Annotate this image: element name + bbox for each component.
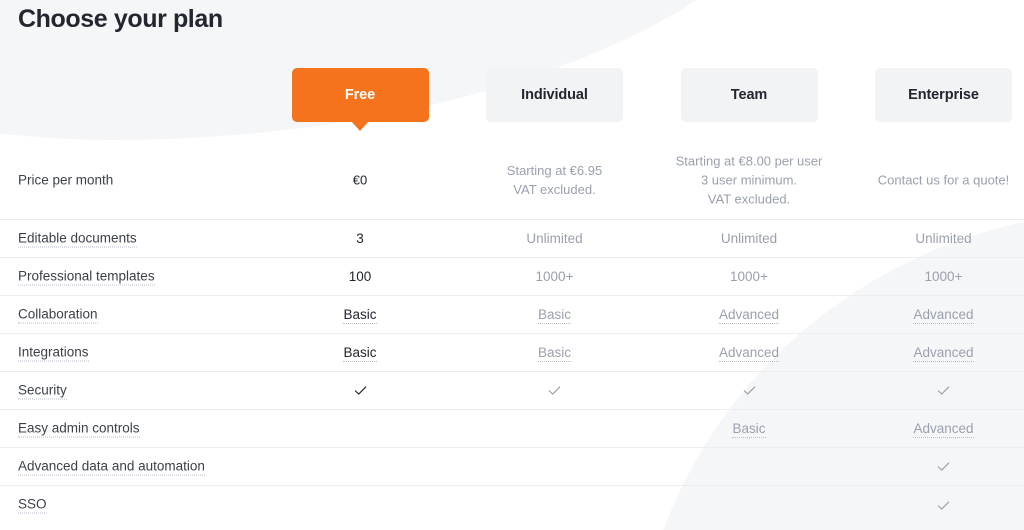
cell-free: Basic — [265, 344, 455, 362]
plan-tab-free[interactable]: Free — [291, 68, 429, 131]
cell-enterprise: Unlimited — [849, 230, 1024, 248]
pricing-page: Choose your plan Free Individual Team Enter… — [0, 0, 1024, 530]
page-title: Choose your plan — [18, 5, 223, 33]
feature-label[interactable]: Security — [18, 382, 67, 399]
cell-value[interactable]: Basic — [343, 306, 377, 324]
cell-team: Basic — [654, 420, 844, 438]
table-row: Integrations Basic Basic Advanced Advanced — [0, 334, 1024, 372]
cell-value: 3 — [356, 230, 364, 246]
table-row: Price per month €0 Starting at €6.95 VAT ex… — [0, 140, 1024, 220]
plan-tab-enterprise[interactable]: Enterprise — [875, 68, 1012, 122]
plan-tab-label: Team — [730, 87, 768, 103]
feature-label[interactable]: Professional templates — [18, 268, 155, 285]
cell-individual: Basic — [460, 306, 650, 324]
cell-value: 1000+ — [535, 268, 574, 284]
plan-tab-label: Free — [344, 87, 376, 103]
cell-enterprise: Contact us for a quote! — [849, 170, 1024, 189]
cell-value[interactable]: Advanced — [913, 344, 974, 362]
plan-tab-team[interactable]: Team — [680, 68, 818, 122]
cell-free — [265, 382, 455, 400]
cell-value[interactable]: Basic — [343, 344, 377, 362]
cell-value[interactable]: Advanced — [718, 344, 780, 362]
cell-enterprise: 1000+ — [849, 268, 1024, 286]
cell-individual: Unlimited — [460, 230, 650, 248]
plan-tab-individual[interactable]: Individual — [486, 68, 623, 122]
cell-free: 3 — [265, 230, 455, 248]
cell-team: 1000+ — [654, 268, 844, 286]
table-row: Security — [0, 372, 1024, 410]
table-row: Advanced data and automation — [0, 448, 1024, 486]
cell-free: Basic — [265, 306, 455, 324]
feature-label[interactable]: Collaboration — [18, 306, 98, 323]
cell-individual — [460, 382, 650, 400]
cell-value: Unlimited — [720, 230, 778, 246]
cell-value[interactable]: Advanced — [718, 306, 780, 324]
cell-enterprise — [849, 496, 1024, 514]
cell-value[interactable]: Basic — [537, 344, 571, 362]
cell-individual: Basic — [460, 344, 650, 362]
plan-tabs: Free Individual Team Enterprise — [0, 68, 1024, 131]
cell-value: 1000+ — [730, 268, 768, 284]
cell-enterprise: Advanced — [849, 306, 1024, 324]
cell-value[interactable]: Advanced — [913, 420, 974, 438]
cell-value: Contact us for a quote! — [877, 172, 1010, 187]
cell-enterprise — [849, 458, 1024, 476]
feature-label[interactable]: Advanced data and automation — [18, 458, 205, 475]
feature-label[interactable]: SSO — [18, 497, 47, 514]
feature-label: Price per month — [18, 172, 114, 187]
checkmark-icon — [742, 383, 757, 398]
checkmark-icon — [547, 383, 562, 398]
checkmark-icon — [353, 383, 368, 398]
cell-individual: 1000+ — [460, 268, 650, 286]
plan-tab-label: Individual — [521, 87, 588, 103]
cell-team — [654, 382, 844, 400]
cell-value[interactable]: Advanced — [913, 306, 974, 324]
cell-value: Starting at €6.95 VAT excluded. — [506, 162, 603, 197]
cell-enterprise: Advanced — [849, 344, 1024, 362]
table-row: Professional templates 100 1000+ 1000+ 1000+ — [0, 258, 1024, 296]
cell-free: €0 — [265, 170, 455, 189]
table-row: SSO — [0, 486, 1024, 524]
plan-comparison-table: Price per month €0 Starting at €6.95 VAT ex… — [0, 140, 1024, 524]
cell-value: €0 — [352, 172, 368, 187]
cell-individual: Starting at €6.95 VAT excluded. — [460, 161, 650, 199]
feature-label[interactable]: Easy admin controls — [18, 420, 140, 437]
cell-enterprise — [849, 382, 1024, 400]
cell-team: Advanced — [654, 344, 844, 362]
table-row: Collaboration Basic Basic Advanced Advanced — [0, 296, 1024, 334]
cell-team: Unlimited — [654, 230, 844, 248]
cell-team: Starting at €8.00 per user 3 user minimum… — [654, 151, 844, 208]
table-row: Editable documents 3 Unlimited Unlimited Unl… — [0, 220, 1024, 258]
cell-value: Unlimited — [526, 230, 583, 246]
cell-value: Unlimited — [915, 230, 972, 246]
checkmark-icon — [936, 459, 951, 474]
feature-label[interactable]: Integrations — [18, 344, 89, 361]
checkmark-icon — [936, 498, 951, 513]
plan-tab-label: Enterprise — [908, 87, 979, 103]
cell-value: 100 — [348, 268, 372, 284]
active-tab-pointer — [351, 121, 369, 131]
table-row: Easy admin controls Basic Advanced — [0, 410, 1024, 448]
cell-team: Advanced — [654, 306, 844, 324]
cell-free: 100 — [265, 268, 455, 286]
cell-value: 1000+ — [924, 268, 963, 284]
cell-enterprise: Advanced — [849, 420, 1024, 438]
checkmark-icon — [936, 383, 951, 398]
cell-value[interactable]: Basic — [537, 306, 571, 324]
cell-value[interactable]: Basic — [732, 420, 766, 438]
feature-label[interactable]: Editable documents — [18, 230, 137, 247]
cell-value: Starting at €8.00 per user 3 user minimum… — [675, 153, 823, 206]
